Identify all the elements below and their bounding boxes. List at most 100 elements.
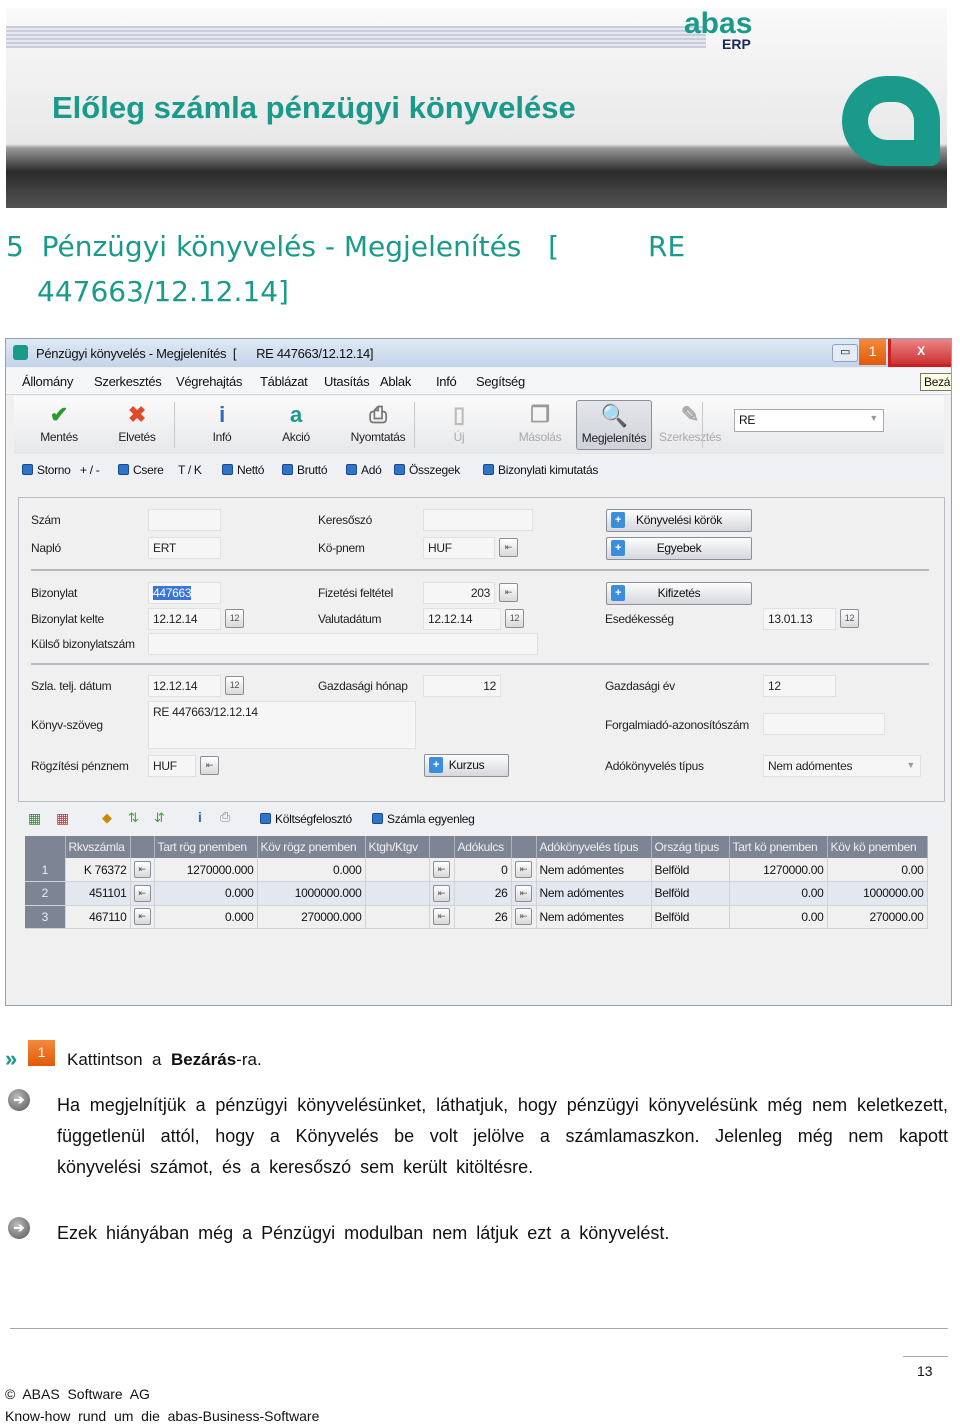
lookup-icon[interactable]: ⇤: [133, 861, 151, 878]
menu-item[interactable]: Infó: [436, 374, 457, 389]
info-icon[interactable]: i: [198, 809, 202, 825]
table-cell[interactable]: 0.000: [154, 905, 258, 929]
option-4[interactable]: Nettó: [222, 463, 264, 477]
checkbox-icon[interactable]: [394, 464, 405, 475]
bizonylat-kelte-field[interactable]: 12.12.14: [148, 608, 221, 630]
lookup-icon[interactable]: ⇤: [433, 884, 450, 902]
toolbar-button-megjelenítés[interactable]: 🔍 Megjelenítés: [576, 400, 652, 450]
move-up-icon[interactable]: ⇅: [128, 810, 139, 826]
table-row[interactable]: 3 467110 ⇤ 0.000 270000.000 ⇤ 26 ⇤ Nem adómentes…: [25, 905, 928, 929]
column-header[interactable]: [429, 836, 455, 858]
insert-icon[interactable]: ◆: [102, 810, 112, 826]
add-row-icon[interactable]: ▦: [28, 810, 41, 827]
move-down-icon[interactable]: ⇵: [154, 810, 165, 826]
lookup-icon[interactable]: ⇤: [133, 884, 151, 902]
option-8[interactable]: Bizonylati kimutatás: [483, 463, 598, 477]
table-cell[interactable]: 1000000.00: [827, 881, 928, 906]
column-header[interactable]: Ország típus: [651, 836, 730, 858]
column-header[interactable]: Ktgh/Ktgv: [365, 836, 430, 858]
delete-row-icon[interactable]: ▦: [56, 810, 69, 827]
checkbox-szamla-egyenleg[interactable]: Számla egyenleg: [372, 812, 475, 826]
table-cell[interactable]: Nem adómentes: [536, 858, 652, 882]
option-2[interactable]: Csere: [118, 463, 164, 477]
lookup-icon[interactable]: ⇤: [515, 861, 532, 878]
lookup-icon[interactable]: ⇤: [515, 884, 532, 902]
keresoszo-field[interactable]: [423, 509, 533, 531]
forgalmiado-azonositoszam-field[interactable]: [763, 713, 885, 735]
rogzitesi-penznem-field[interactable]: HUF: [148, 755, 196, 777]
table-cell[interactable]: [365, 905, 430, 929]
column-header[interactable]: Rkvszámla: [65, 836, 131, 858]
table-cell[interactable]: 451101: [65, 881, 131, 906]
lookup-icon[interactable]: ⇤: [499, 583, 518, 602]
table-cell[interactable]: 270000.000: [257, 905, 366, 929]
menu-item[interactable]: Táblázat: [260, 374, 308, 389]
table-cell[interactable]: 1270000.000: [154, 858, 258, 882]
lookup-icon[interactable]: ⇤: [515, 908, 532, 926]
toolbar-button-elvetés[interactable]: ✖ Elvetés: [102, 400, 172, 450]
option-6[interactable]: Adó: [346, 463, 382, 477]
kifizetes-button[interactable]: Kifizetés: [606, 582, 752, 605]
checkbox-icon[interactable]: [282, 464, 293, 475]
table-cell[interactable]: 270000.00: [827, 905, 928, 929]
option-7[interactable]: Összegek: [394, 463, 460, 477]
calendar-icon[interactable]: 12: [225, 676, 244, 695]
table-row[interactable]: 2 451101 ⇤ 0.000 1000000.000 ⇤ 26 ⇤ Nem adómente…: [25, 881, 928, 906]
table-cell[interactable]: Belföld: [651, 905, 730, 929]
table-cell[interactable]: 1270000.00: [729, 858, 828, 882]
option-5[interactable]: Bruttó: [282, 463, 328, 477]
kopnem-field[interactable]: HUF: [423, 537, 495, 559]
adokonyveles-tipus-select[interactable]: Nem adómentes ▼: [763, 755, 921, 777]
lookup-cell[interactable]: ⇤: [429, 881, 455, 906]
column-header[interactable]: Tart rög pnemben: [154, 836, 258, 858]
checkbox-icon[interactable]: [222, 464, 233, 475]
szla-telj-datum-field[interactable]: 12.12.14: [148, 675, 221, 697]
table-cell[interactable]: K 76372: [65, 858, 131, 882]
table-cell[interactable]: Nem adómentes: [536, 905, 652, 929]
lookup-cell[interactable]: ⇤: [429, 905, 455, 929]
table-cell[interactable]: Nem adómentes: [536, 881, 652, 906]
toolbar-button-nyomtatás[interactable]: ⎙ Nyomtatás: [338, 400, 418, 450]
column-header[interactable]: Köv rögz pnemben: [257, 836, 366, 858]
fizetesi-feltetel-field[interactable]: 203: [423, 582, 495, 604]
checkbox-icon[interactable]: [118, 464, 129, 475]
gazdasagi-ev-field[interactable]: 12: [763, 675, 836, 697]
table-cell[interactable]: 0.00: [729, 881, 828, 906]
checkbox-icon[interactable]: [22, 464, 33, 475]
table-cell[interactable]: [365, 858, 430, 882]
calendar-icon[interactable]: 12: [840, 609, 859, 628]
table-cell[interactable]: [365, 881, 430, 906]
toolbar-button-akció[interactable]: a Akció: [266, 400, 326, 450]
column-header[interactable]: [511, 836, 537, 858]
lookup-cell[interactable]: ⇤: [511, 905, 537, 929]
table-cell[interactable]: 0.00: [729, 905, 828, 929]
close-button[interactable]: X: [888, 339, 951, 367]
lookup-icon[interactable]: ⇤: [200, 756, 219, 775]
szam-field[interactable]: [148, 509, 221, 531]
menu-item[interactable]: Szerkesztés: [94, 374, 162, 389]
table-cell[interactable]: 467110: [65, 905, 131, 929]
checkbox-icon[interactable]: [483, 464, 494, 475]
table-cell[interactable]: Belföld: [651, 858, 730, 882]
table-cell[interactable]: 0: [454, 858, 512, 882]
lookup-cell[interactable]: ⇤: [130, 858, 155, 882]
toolbar-button-szerkesztés[interactable]: ✎ Szerkesztés: [658, 400, 722, 450]
type-select[interactable]: RE ▼: [734, 409, 884, 432]
menu-item[interactable]: Ablak: [380, 374, 411, 389]
table-row[interactable]: 1K 76372 ⇤ 1270000.000 0.000 ⇤ 0 ⇤ Nem adómente…: [25, 858, 928, 882]
table-cell[interactable]: 0.000: [154, 881, 258, 906]
menu-item[interactable]: Segítség: [476, 374, 525, 389]
table-cell[interactable]: Belföld: [651, 881, 730, 906]
kurzus-button[interactable]: Kurzus: [424, 754, 509, 777]
lookup-icon[interactable]: ⇤: [433, 861, 450, 878]
table-cell[interactable]: 1000000.000: [257, 881, 366, 906]
bizonylat-field[interactable]: 447663: [148, 582, 221, 604]
egyebek-button[interactable]: Egyebek: [606, 537, 752, 560]
calendar-icon[interactable]: 12: [225, 609, 244, 628]
table-cell[interactable]: 26: [454, 881, 512, 906]
checkbox-icon[interactable]: [346, 464, 357, 475]
menu-item[interactable]: Állomány: [22, 374, 73, 389]
minimize-button[interactable]: ▭: [832, 344, 858, 362]
table-cell[interactable]: 0.00: [827, 858, 928, 882]
konyv-szoveg-field[interactable]: RE 447663/12.12.14: [148, 701, 416, 749]
